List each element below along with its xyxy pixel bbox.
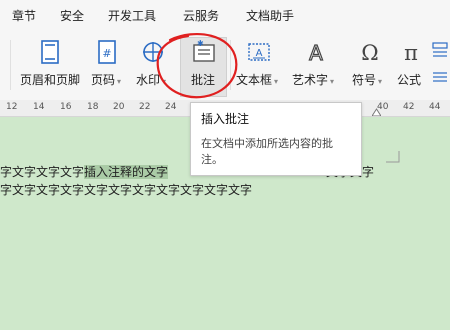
menu-tab-chapter[interactable]: 章节 xyxy=(12,7,36,24)
document-text: 字文字文字文字 xyxy=(0,165,85,179)
svg-text:A: A xyxy=(309,41,323,65)
ruler-tick-label: 24 xyxy=(165,102,177,112)
chevron-down-icon: ▾ xyxy=(117,77,122,86)
header-footer-icon xyxy=(41,40,59,64)
wordart-button[interactable]: A 艺术字 ▾ xyxy=(292,30,344,100)
menu-tab-developer-tools[interactable]: 开发工具 xyxy=(108,7,156,24)
ruler-tick-label: 12 xyxy=(6,102,18,112)
tooltip-description: 在文档中添加所选内容的批注。 xyxy=(201,137,333,166)
page-number-label: 页码 ▾ xyxy=(91,73,122,87)
svg-text:Ω: Ω xyxy=(361,41,378,65)
selected-text[interactable]: 插入注释的文字 xyxy=(84,165,169,179)
chevron-down-icon: ▾ xyxy=(330,77,335,86)
svg-text:#: # xyxy=(102,47,111,60)
annotation-circle xyxy=(156,33,238,99)
wordart-label: 艺术字 ▾ xyxy=(292,73,335,87)
ruler-tick-label: 18 xyxy=(87,102,99,112)
tooltip-title: 插入批注 xyxy=(201,112,250,126)
svg-text:A: A xyxy=(256,48,263,59)
ruler-tick-label: 42 xyxy=(403,102,415,112)
formula-label: 公式 xyxy=(397,73,422,87)
menu-tab-security[interactable]: 安全 xyxy=(60,7,84,24)
comment-tooltip: 插入批注 在文档中添加所选内容的批注。 xyxy=(190,102,362,176)
ribbon-separator xyxy=(10,40,11,90)
chevron-down-icon: ▾ xyxy=(378,77,383,86)
list-icon xyxy=(433,72,447,82)
margin-corner-mark xyxy=(386,151,400,163)
pi-icon: π xyxy=(404,41,418,65)
symbol-label: 符号 ▾ xyxy=(352,73,383,87)
more-button[interactable] xyxy=(430,30,450,100)
wordart-icon: A xyxy=(309,40,324,65)
ruler-tick-label: 20 xyxy=(113,102,125,112)
ruler-tick-label: 22 xyxy=(139,102,151,112)
svg-text:π: π xyxy=(404,41,418,65)
menu-tab-cloud-service[interactable]: 云服务 xyxy=(183,7,219,24)
page-number-button[interactable]: # 页码 ▾ xyxy=(88,30,128,100)
ruler-tick-label: 44 xyxy=(429,102,441,112)
numbered-list-icon xyxy=(432,42,448,57)
chevron-down-icon: ▾ xyxy=(274,77,279,86)
omega-icon: Ω xyxy=(361,41,378,65)
header-footer-label: 页眉和页脚 xyxy=(20,73,81,87)
textbox-label: 文本框 ▾ xyxy=(236,73,279,87)
textbox-icon: A xyxy=(248,43,270,61)
menu-bar: 章节 安全 开发工具 云服务 文档助手 xyxy=(0,0,450,30)
indent-marker-icon[interactable] xyxy=(372,108,381,116)
symbol-button[interactable]: Ω 符号 ▾ xyxy=(348,30,392,100)
textbox-button[interactable]: A 文本框 ▾ xyxy=(234,30,288,100)
menu-tab-doc-assistant[interactable]: 文档助手 xyxy=(246,7,294,24)
formula-button[interactable]: π 公式 xyxy=(394,30,428,100)
header-footer-button[interactable]: 页眉和页脚 xyxy=(18,30,82,100)
document-line-2: 字文字文字文字文字文字文字文字文字文字文字 xyxy=(0,183,253,197)
ruler-tick-label: 14 xyxy=(33,102,45,112)
ruler-tick-label: 16 xyxy=(60,102,72,112)
document-line-1: 字文字文字文字插入注释的文字 xyxy=(0,163,169,180)
page-number-icon: # xyxy=(98,40,116,64)
